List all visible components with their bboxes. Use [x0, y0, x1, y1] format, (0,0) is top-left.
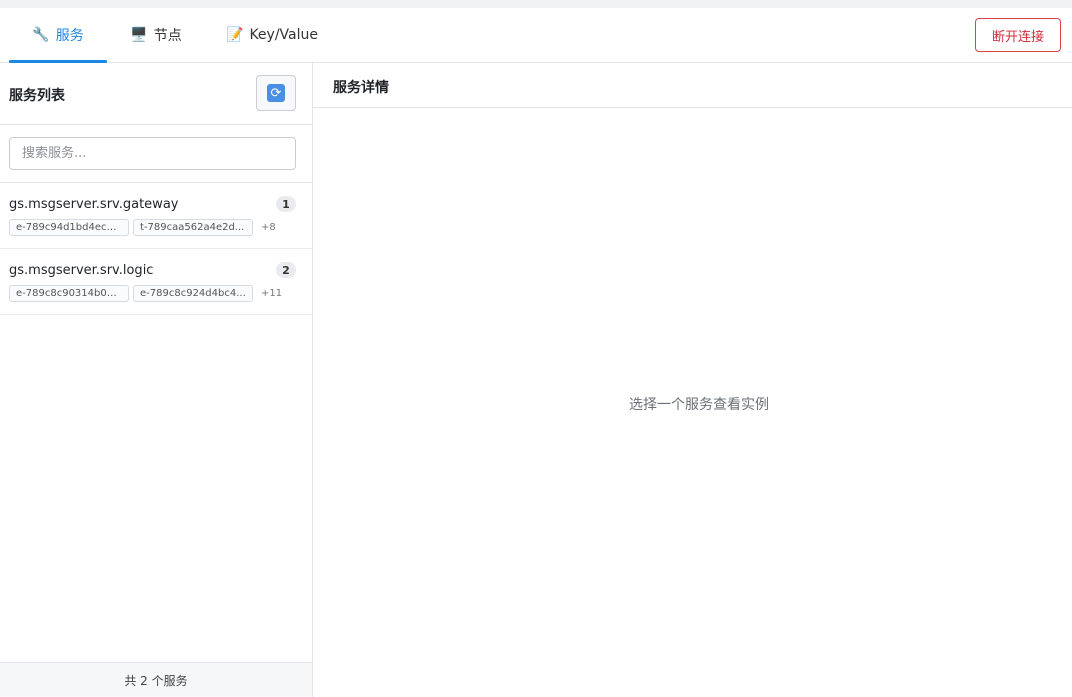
services-panel-title: 服务列表 — [9, 88, 65, 104]
wrench-icon: 🔧 — [32, 27, 50, 43]
search-section — [0, 125, 312, 183]
service-tag: e-789c94d1bd4ec4... — [9, 219, 129, 236]
service-tag: t-789caa562a4e2d... — [133, 219, 253, 236]
services-count-footer: 共 2 个服务 — [0, 662, 312, 697]
detail-panel: 服务详情 选择一个服务查看实例 — [313, 63, 1072, 697]
more-tags-count: +11 — [261, 288, 283, 299]
refresh-icon: ⟳ — [267, 84, 285, 102]
disconnect-button[interactable]: 断开连接 — [975, 18, 1061, 52]
tab-key-value[interactable]: 📝 Key/Value — [222, 8, 322, 62]
service-tag: e-789c8c90314b04... — [9, 285, 129, 302]
monitor-icon: 🖥️ — [130, 27, 148, 43]
tab-nodes-label: 节点 — [153, 28, 182, 44]
services-panel-header: 服务列表 ⟳ — [0, 63, 312, 125]
service-search-input[interactable] — [9, 137, 296, 170]
service-tags: e-789c94d1bd4ec4... t-789caa562a4e2d... … — [9, 219, 276, 236]
service-name: gs.msgserver.srv.logic — [9, 263, 154, 278]
service-item[interactable]: gs.msgserver.srv.logic 2 e-789c8c90314b0… — [0, 249, 312, 315]
instance-count-badge: 2 — [276, 262, 296, 278]
refresh-button[interactable]: ⟳ — [256, 75, 296, 111]
empty-state-message: 选择一个服务查看实例 — [629, 397, 769, 413]
tab-services[interactable]: 🔧 服务 — [9, 8, 107, 63]
service-name: gs.msgserver.srv.gateway — [9, 197, 179, 212]
instance-count-badge: 1 — [276, 196, 296, 212]
top-strip — [0, 0, 1072, 8]
service-item[interactable]: gs.msgserver.srv.gateway 1 e-789c94d1bd4… — [0, 183, 312, 249]
tab-services-label: 服务 — [55, 28, 84, 44]
tab-nodes[interactable]: 🖥️ 节点 — [120, 8, 192, 62]
tab-key-value-label: Key/Value — [249, 27, 318, 43]
more-tags-count: +8 — [261, 222, 276, 233]
detail-panel-header: 服务详情 — [313, 63, 1072, 108]
services-panel: 服务列表 ⟳ gs.msgserver.srv.gateway 1 e-789c… — [0, 63, 313, 697]
service-tag: e-789c8c924d4bc4... — [133, 285, 253, 302]
detail-panel-title: 服务详情 — [333, 80, 389, 96]
service-tags: e-789c8c90314b04... e-789c8c924d4bc4... … — [9, 285, 282, 302]
memo-icon: 📝 — [226, 27, 244, 43]
tab-bar: 🔧 服务 🖥️ 节点 📝 Key/Value 断开连接 — [0, 8, 1072, 63]
